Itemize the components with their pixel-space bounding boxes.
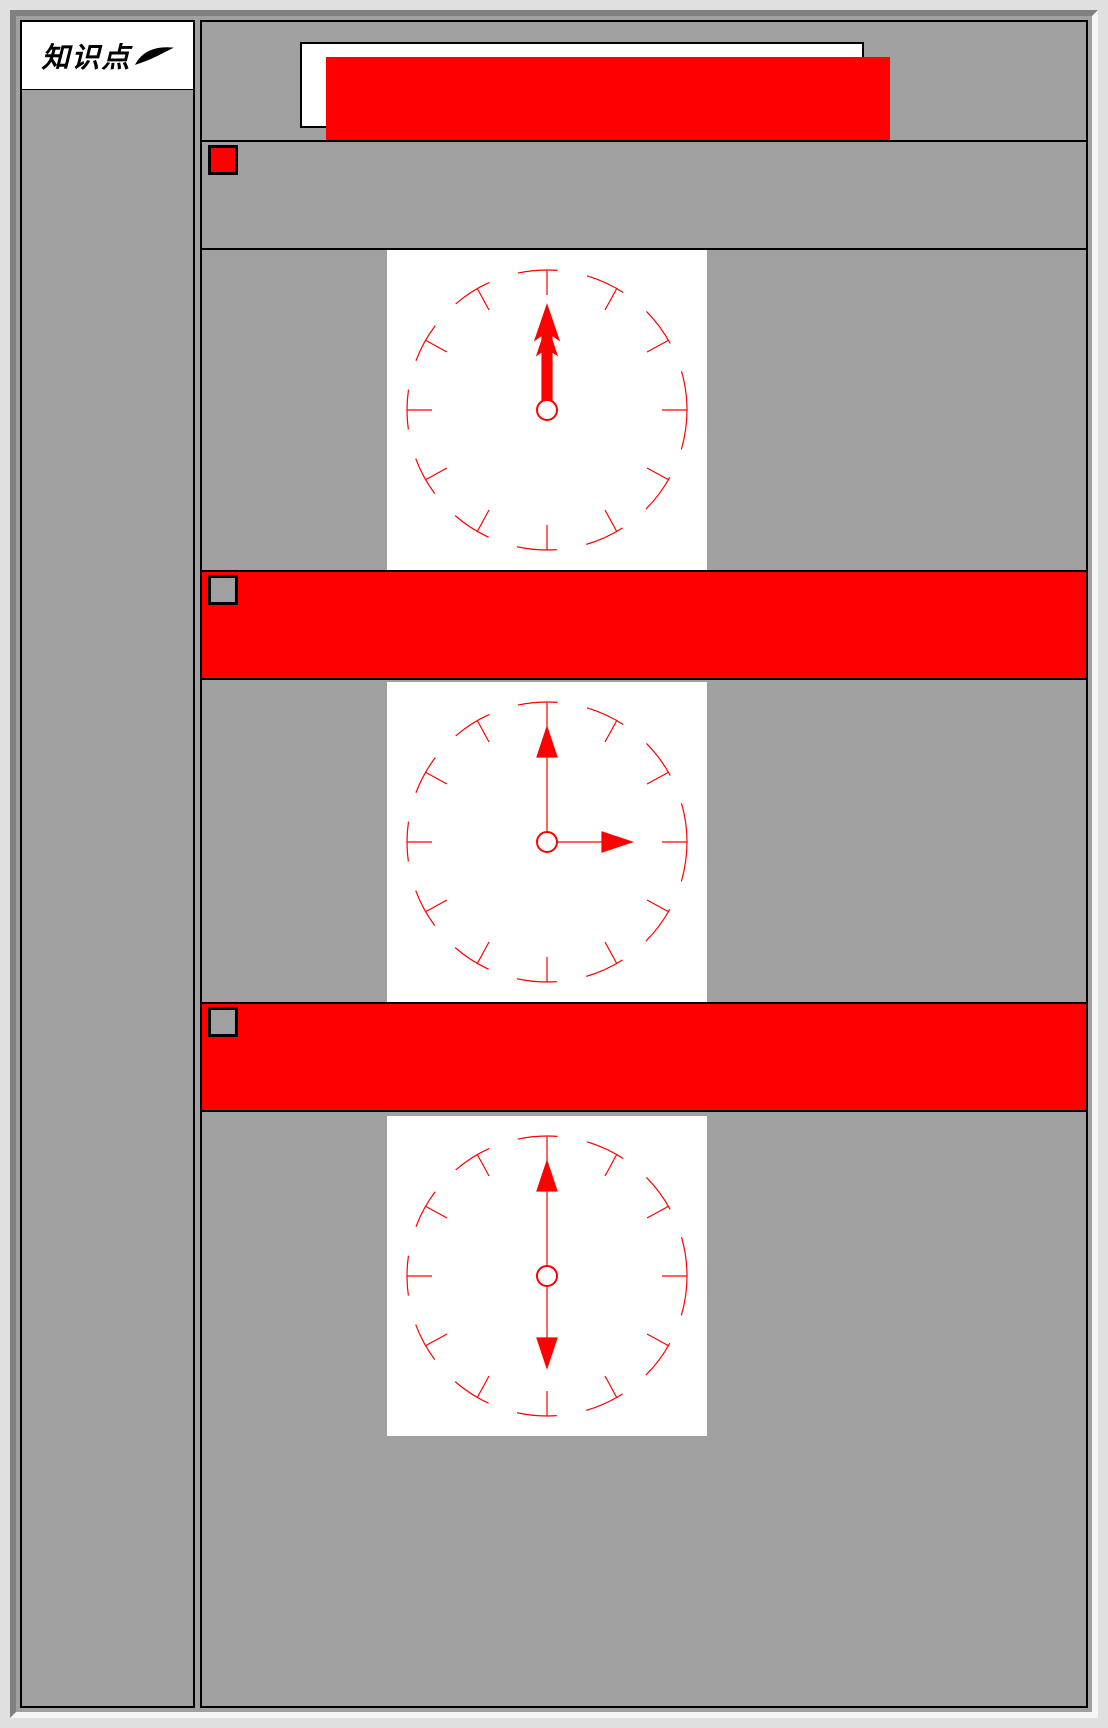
clock-panel-1 <box>387 250 707 570</box>
title-box <box>326 57 890 143</box>
sidebar-title: 知识点 <box>41 36 131 76</box>
section-bar-1 <box>202 140 1086 250</box>
bullet-icon <box>208 145 238 175</box>
clock-3 <box>387 1116 707 1436</box>
clock-panel-2 <box>387 682 707 1002</box>
bullet-icon <box>208 1007 238 1037</box>
clock-1 <box>387 250 707 570</box>
brush-stroke-icon <box>134 42 174 70</box>
main-panel <box>200 20 1088 1708</box>
sidebar: 知识点 <box>20 20 195 1708</box>
section-bar-2 <box>202 570 1086 680</box>
app-frame: 知识点 <box>10 10 1098 1718</box>
sidebar-header: 知识点 <box>22 22 193 90</box>
clock-2 <box>387 682 707 1002</box>
clock-panel-3 <box>387 1116 707 1436</box>
section-bar-3 <box>202 1002 1086 1112</box>
bullet-icon <box>208 575 238 605</box>
